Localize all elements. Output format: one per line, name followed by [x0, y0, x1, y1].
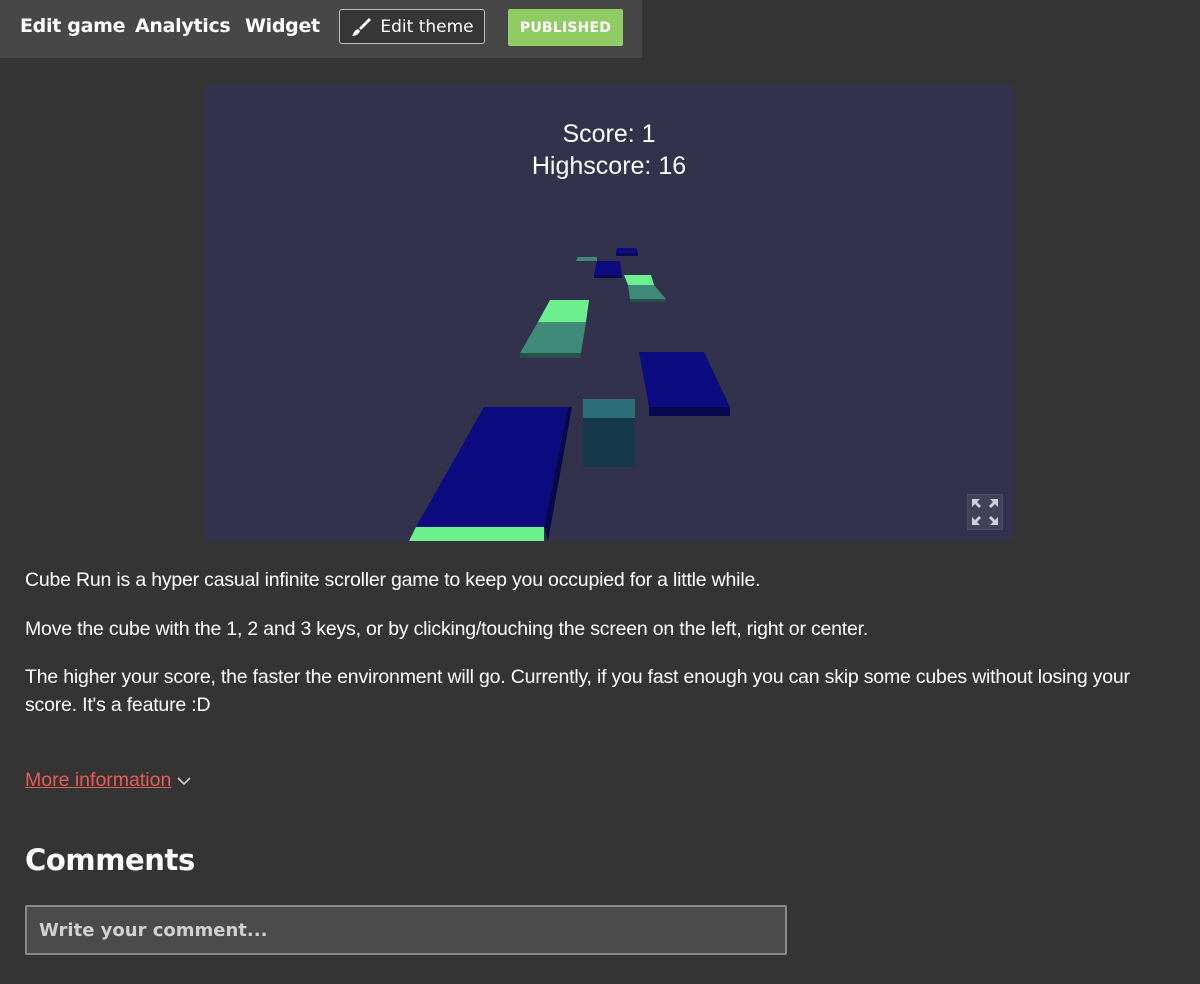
tile-green-front	[409, 527, 544, 541]
player-cube-top	[583, 399, 635, 418]
tile-blue-right	[639, 352, 730, 407]
far-tile-blue-small-edge	[616, 253, 638, 256]
nav-edit-game-link[interactable]: Edit game	[20, 15, 126, 37]
edit-theme-label: Edit theme	[380, 16, 474, 37]
game-controls-paragraph: Move the cube with the 1, 2 and 3 keys, …	[25, 618, 869, 640]
tile-green-left	[538, 300, 589, 322]
chevron-down-icon	[177, 769, 191, 792]
more-information-link[interactable]: More information	[25, 769, 191, 792]
far-tile-green-right	[624, 275, 654, 285]
game-notes-paragraph: The higher your score, the faster the en…	[25, 666, 1130, 716]
tile-blue-front	[416, 407, 568, 527]
highscore-label: Highscore: 16	[531, 152, 687, 180]
fullscreen-button[interactable]	[967, 494, 1003, 530]
tile-teal-left	[520, 322, 586, 353]
game-description-paragraph: Cube Run is a hyper casual infinite scro…	[25, 569, 761, 591]
nav-analytics-link[interactable]: Analytics	[135, 15, 231, 37]
comment-input[interactable]	[25, 905, 787, 955]
far-tile-teal-right	[628, 285, 666, 299]
far-tile-blue-mid-edge	[594, 275, 622, 278]
tile-blue-right-edge	[649, 407, 730, 416]
top-toolbar: Edit game Analytics Widget Edit theme PU…	[0, 0, 642, 58]
published-status-badge[interactable]: PUBLISHED	[508, 9, 623, 46]
tile-teal-left-edge	[520, 353, 581, 358]
game-canvas[interactable]: Score: 1 Highscore: 16	[204, 85, 1014, 541]
comments-heading: Comments	[25, 843, 195, 877]
far-tile-teal-small	[576, 257, 597, 261]
player-cube-front	[583, 418, 635, 467]
score-label: Score: 1	[562, 120, 656, 148]
fullscreen-icon	[972, 499, 998, 525]
nav-widget-link[interactable]: Widget	[245, 15, 320, 37]
paintbrush-icon	[350, 16, 372, 38]
edit-theme-button[interactable]: Edit theme	[339, 9, 485, 44]
far-tile-blue-mid	[594, 261, 622, 275]
more-information-label: More information	[25, 769, 172, 791]
far-tile-teal-right-edge	[630, 299, 666, 302]
far-tile-blue-small	[616, 248, 638, 253]
